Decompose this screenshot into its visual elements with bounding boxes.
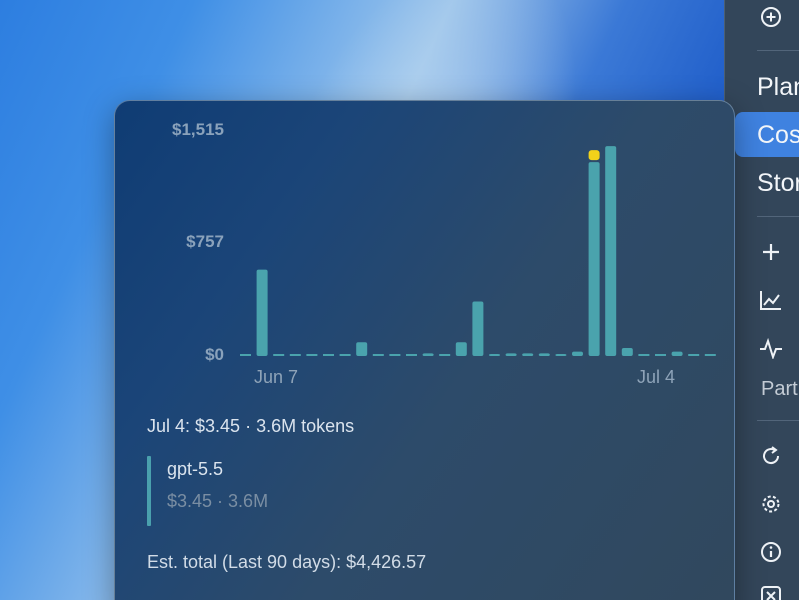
chart-bar[interactable] [621, 348, 633, 356]
line-chart-icon[interactable] [759, 288, 783, 312]
chart-bar[interactable] [489, 354, 500, 356]
cost-bar-chart[interactable] [115, 101, 734, 371]
chart-bar[interactable] [323, 354, 334, 356]
selected-bar-marker [588, 150, 600, 161]
chart-bar[interactable] [372, 354, 384, 356]
chart-bar[interactable] [671, 351, 683, 356]
menu-separator [757, 420, 799, 421]
estimated-total: Est. total (Last 90 days): $4,426.57 [147, 552, 427, 572]
chart-bar[interactable] [605, 146, 617, 356]
chart-bar[interactable] [422, 353, 434, 356]
model-color-bar [147, 456, 151, 526]
plus-icon[interactable] [759, 240, 783, 264]
pulse-icon[interactable] [759, 336, 783, 360]
menu-item-label: Cos [757, 120, 799, 149]
x-tick-label: Jul 4 [637, 367, 676, 387]
menu-item-cost[interactable]: Cos [725, 114, 799, 156]
model-name: gpt-5.5 [167, 459, 224, 479]
chart-bar[interactable] [339, 354, 351, 356]
chart-bar[interactable] [704, 354, 716, 356]
info-icon[interactable] [759, 540, 783, 564]
refresh-icon[interactable] [759, 444, 783, 468]
chart-bar[interactable] [306, 354, 318, 356]
chart-bar[interactable] [688, 354, 700, 356]
x-tick-label: Jun 7 [254, 367, 299, 387]
chart-bar[interactable] [472, 301, 484, 356]
chart-bar[interactable] [273, 354, 285, 356]
selected-day-summary: Jul 4: $3.45 · 3.6M tokens [147, 416, 355, 436]
chart-bar[interactable] [406, 354, 417, 356]
chart-bar[interactable] [289, 354, 301, 356]
menu-item-label: Plan [757, 72, 799, 101]
gear-icon[interactable] [759, 492, 783, 516]
model-cost: $3.45 · 3.6M [167, 491, 269, 511]
chart-bar[interactable] [588, 162, 600, 356]
chart-bar[interactable] [655, 354, 666, 356]
menu-item-label: Stor [757, 168, 799, 197]
chart-bar[interactable] [439, 354, 451, 356]
chart-bar[interactable] [538, 353, 550, 356]
chart-bar[interactable] [522, 353, 534, 356]
chart-bar[interactable] [505, 353, 517, 356]
plus-circle-icon[interactable] [759, 5, 783, 29]
menu-item-storage[interactable]: Stor [725, 162, 799, 204]
chart-bar[interactable] [356, 342, 368, 356]
menu-item-plan[interactable]: Plan [725, 66, 799, 108]
menu-separator [757, 50, 799, 51]
chart-bar[interactable] [555, 354, 567, 356]
chart-bar[interactable] [256, 269, 268, 356]
menu-section-part: Part [725, 368, 799, 410]
menu-section-label: Part [761, 377, 798, 400]
close-box-icon[interactable] [759, 584, 783, 600]
chart-bar[interactable] [572, 351, 583, 356]
chart-bar[interactable] [240, 354, 251, 356]
cost-popover: $1,515 $757 $0 Jun 7 Jul 4 Jul 4: $3.45 … [114, 100, 735, 600]
chart-bar[interactable] [455, 342, 467, 356]
menu-separator [757, 216, 799, 217]
chart-bar[interactable] [638, 354, 650, 356]
chart-bar[interactable] [389, 354, 401, 356]
side-menu: Plan Cos Stor Part [724, 0, 799, 600]
